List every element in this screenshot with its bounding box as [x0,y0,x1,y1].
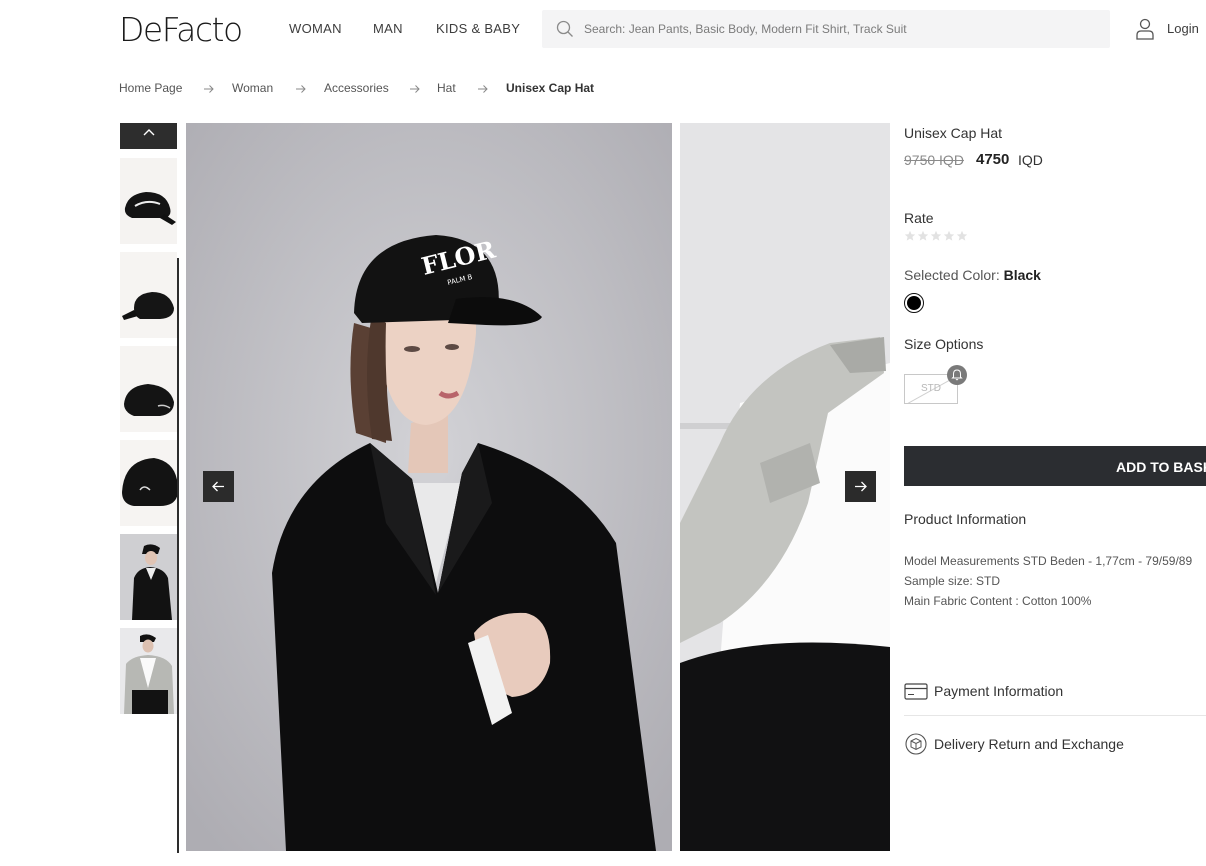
info-sample-size: Sample size: STD [904,574,1001,588]
selected-color-value: Black [1003,267,1041,283]
old-price: 9750 IQD [904,152,964,168]
selected-color: Selected Color: Black [904,267,1041,283]
size-options-label: Size Options [904,336,984,352]
model-with-cap-photo: FLOR PALM B [186,123,672,851]
thumbnail-scroll-up-button[interactable] [120,123,177,149]
nav-kids-baby[interactable]: KIDS & BABY [436,21,520,36]
add-to-basket-label: ADD TO BASKET [1116,459,1206,475]
info-fabric-content: Main Fabric Content : Cotton 100% [904,594,1092,608]
nav-woman[interactable]: WOMAN [289,21,342,36]
gallery-next-button[interactable] [845,471,876,502]
product-gallery: FLOR PALM B [186,123,890,851]
rating-stars[interactable] [904,229,969,241]
arrow-left-icon [212,481,224,492]
gallery-prev-button[interactable] [203,471,234,502]
product-title: Unisex Cap Hat [904,125,1003,141]
breadcrumb-hat[interactable]: Hat [437,81,456,95]
breadcrumb-accessories[interactable]: Accessories [324,81,389,95]
star-icon [930,230,942,241]
info-model-measurements: Model Measurements STD Beden - 1,77cm - … [904,554,1193,568]
payment-information-accordion[interactable]: Payment Information [904,676,1206,706]
arrow-right-icon [855,481,867,492]
selected-color-label: Selected Color: [904,267,1000,283]
cap-back-image [120,346,177,432]
cap-front-image [120,158,177,244]
stock-alert-button[interactable] [947,365,967,385]
search-input[interactable] [584,10,1094,48]
breadcrumb-woman[interactable]: Woman [232,81,273,95]
price-currency: IQD [1018,152,1043,168]
thumbnail-cap-back[interactable] [120,346,177,432]
thumbnail-model-cap[interactable] [120,534,177,620]
star-icon [917,230,929,241]
size-option-label: STD [921,383,941,394]
login-link[interactable]: Login [1167,21,1199,36]
thumbnail-cap-side[interactable] [120,252,177,338]
model-cap-image [120,534,177,620]
payment-information-label: Payment Information [934,683,1064,699]
package-return-icon [905,733,927,755]
breadcrumb-current: Unisex Cap Hat [506,81,595,95]
add-to-basket-button[interactable]: ADD TO BASKET [904,446,1206,486]
cap-side-image [120,252,177,338]
thumbnail-strip [119,123,178,853]
rate-label: Rate [904,210,934,226]
divider [904,715,1206,716]
site-header: DeFacto WOMAN MAN KIDS & BABY Login [0,0,1206,60]
defacto-logo[interactable]: DeFacto [119,10,243,49]
bell-icon [951,369,963,381]
star-icon [904,230,916,241]
product-information-title: Product Information [904,511,1027,527]
user-icon[interactable] [1135,18,1155,40]
delivery-return-label: Delivery Return and Exchange [934,736,1124,752]
thumbnail-model-jacket[interactable] [120,628,177,714]
star-icon [956,230,968,241]
credit-card-icon [904,683,928,700]
search-icon [556,20,573,37]
search-bar[interactable] [542,10,1110,48]
arrow-right-icon [296,85,306,93]
breadcrumb-home[interactable]: Home Page [119,81,182,95]
arrow-right-icon [204,85,214,93]
new-price: 4750 [976,151,1010,168]
nav-man[interactable]: MAN [373,21,403,36]
thumbnail-cap-rear[interactable] [120,440,177,526]
star-icon [943,230,955,241]
chevron-up-icon [143,129,155,136]
thumbnail-active-indicator [177,258,179,853]
arrow-right-icon [410,85,420,93]
color-swatch-black[interactable] [904,293,924,313]
arrow-right-icon [478,85,488,93]
model-jacket-image [120,628,177,714]
cap-rear-image [120,440,177,526]
delivery-return-accordion[interactable]: Delivery Return and Exchange [904,729,1206,759]
thumbnail-cap-front[interactable] [120,158,177,244]
product-photo-main[interactable]: FLOR PALM B [186,123,672,851]
